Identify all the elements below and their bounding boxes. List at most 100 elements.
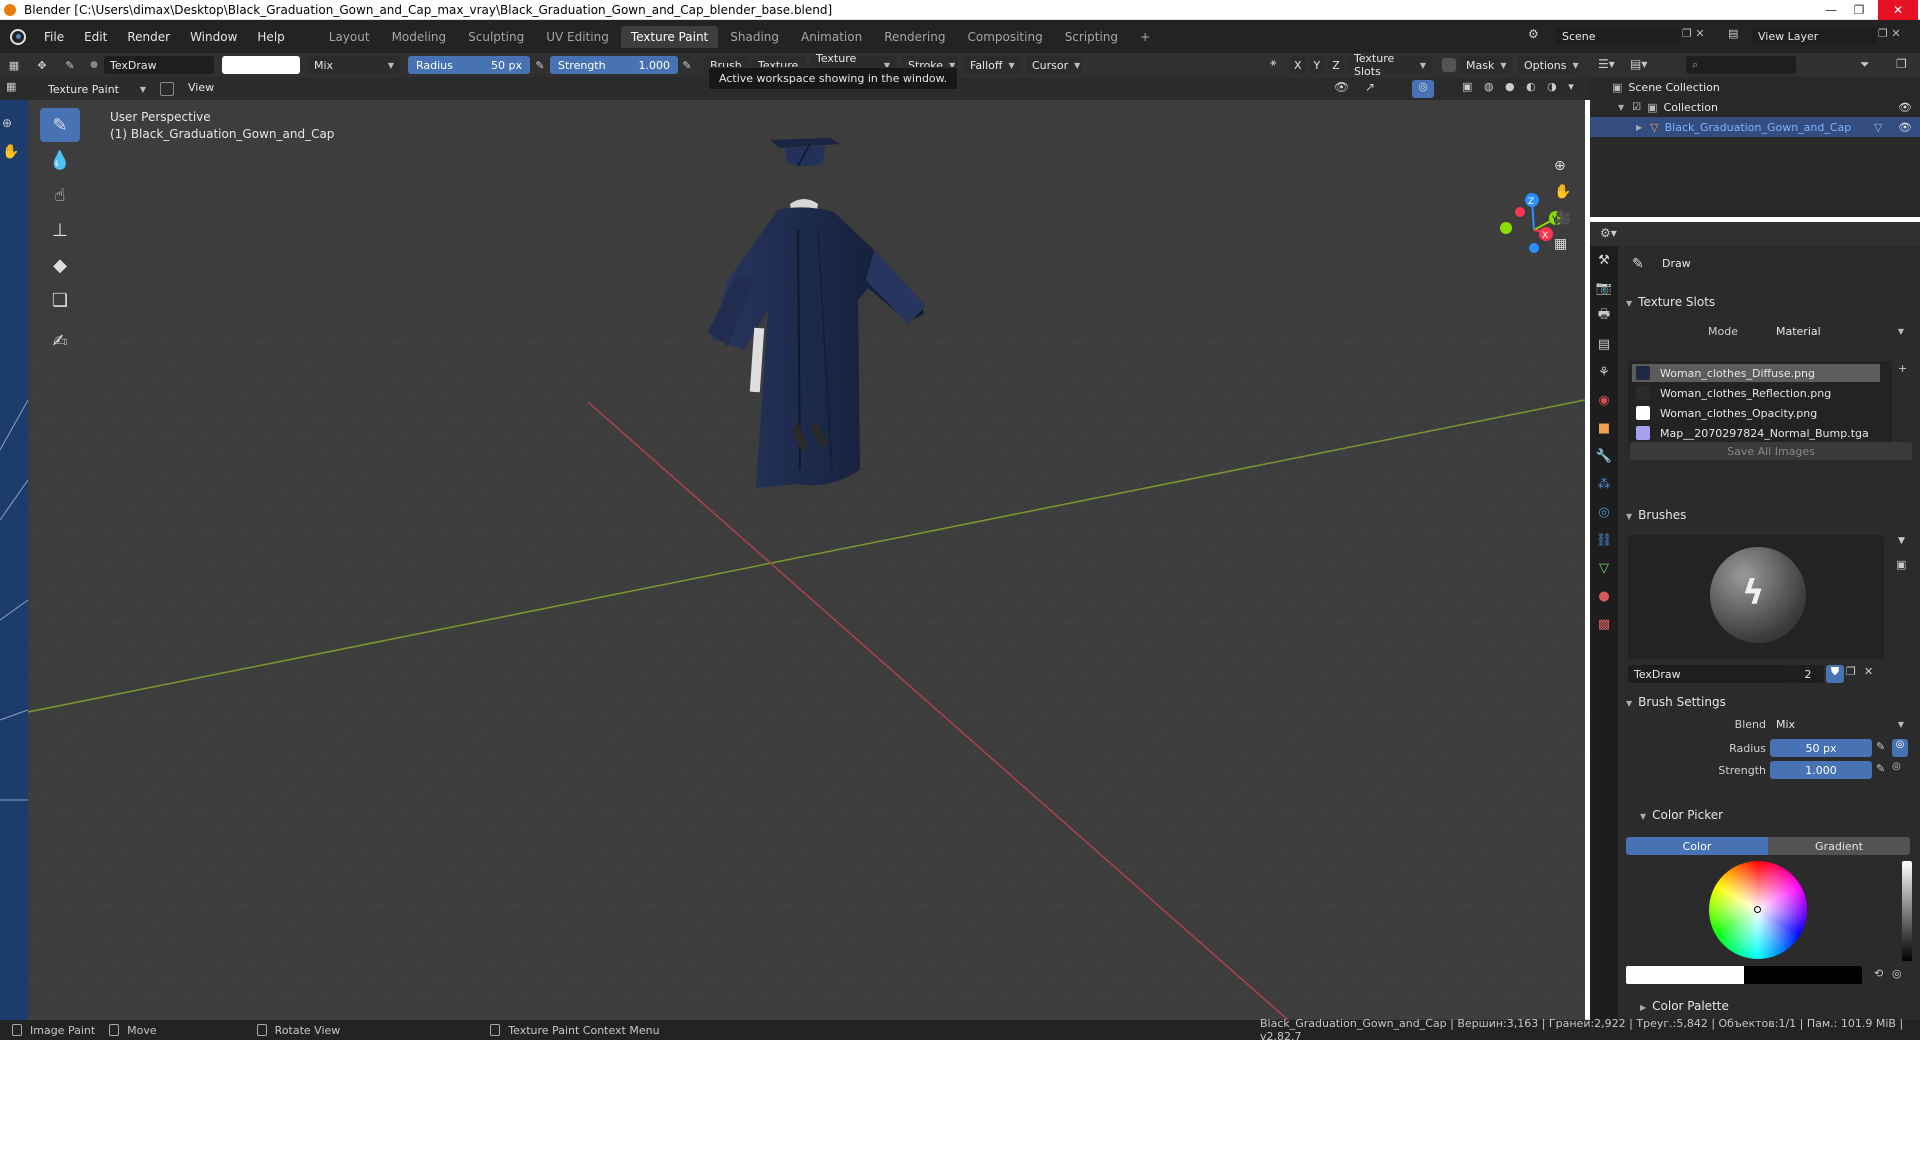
brush-settings-panel-header[interactable]: ▼ Brush Settings (1626, 695, 1726, 709)
gradient-tab[interactable]: Gradient (1768, 837, 1910, 855)
swap-colors-icon[interactable]: ⟲ (1874, 967, 1883, 980)
display-mode-icon[interactable]: ▤▾ (1630, 57, 1647, 71)
brush-color-swatch[interactable] (222, 56, 300, 74)
add-slot-icon[interactable]: + (1898, 362, 1907, 375)
scene-name-field[interactable]: Scene (1556, 27, 1680, 45)
render-tab-icon[interactable]: 📷 (1590, 274, 1618, 302)
brush-menu-icon[interactable]: ▼ (1898, 536, 1905, 546)
mask-checkbox[interactable] (1442, 58, 1456, 72)
radius-pressure-icon[interactable]: ✎ (530, 59, 550, 72)
radius-unit-icon[interactable]: ◎ (1892, 739, 1908, 757)
tab-texture-paint[interactable]: Texture Paint (620, 25, 719, 48)
brush-strength-slider[interactable]: 1.000 (1770, 761, 1872, 779)
tree-scene-collection[interactable]: ▣ Scene Collection (1590, 77, 1920, 97)
falloff-dropdown[interactable]: Falloff ▼ (964, 56, 1020, 74)
save-all-images-button[interactable]: Save All Images (1630, 442, 1912, 460)
tab-layout[interactable]: Layout (319, 26, 380, 48)
view-layer-actions-icon[interactable]: ❐ ✕ (1878, 27, 1901, 40)
properties-editor-icon[interactable]: ⚙▾ (1600, 226, 1617, 240)
mesh-data-icon[interactable]: ▽ (1874, 121, 1882, 134)
brush-name-input[interactable]: TexDraw (1628, 665, 1792, 683)
fake-user-icon[interactable]: ● (84, 60, 104, 70)
menu-help[interactable]: Help (247, 20, 294, 53)
visibility-eye-icon[interactable]: 👁 (1898, 101, 1912, 114)
blend-mode-dropdown[interactable]: Mix ▼ (308, 56, 400, 74)
tree-collection[interactable]: ▼ ☑ ▣ Collection 👁 (1590, 97, 1920, 117)
fake-user-shield-icon[interactable]: ⛊ (1826, 665, 1844, 683)
zoom-icon[interactable]: ⊕ (2, 116, 12, 130)
blender-logo-icon[interactable] (10, 28, 26, 45)
tab-compositing[interactable]: Compositing (957, 26, 1052, 48)
radius-pressure-icon[interactable]: ✎ (1876, 740, 1885, 753)
tab-scripting[interactable]: Scripting (1055, 26, 1128, 48)
overlay-toggle-icon[interactable]: ◎ (1412, 80, 1434, 98)
mirror-x-toggle[interactable]: X (1290, 56, 1306, 74)
unified-color-icon[interactable]: ◎ (1892, 967, 1902, 980)
brush-blend-dropdown[interactable]: Mix ▼ (1770, 715, 1910, 733)
strength-pressure-icon[interactable]: ✎ (1876, 762, 1885, 775)
menu-file[interactable]: File (34, 20, 74, 53)
outliner-search-input[interactable]: ⌕ (1686, 56, 1796, 74)
view-layer-field[interactable]: View Layer (1752, 27, 1876, 45)
scene-icon[interactable]: ⚙ (1528, 27, 1546, 45)
brush-image-icon[interactable]: ▣ (1896, 558, 1906, 571)
color-palette-panel-header[interactable]: ▶ Color Palette (1640, 999, 1729, 1013)
strength-slider[interactable]: Strength 1.000 (550, 56, 678, 74)
menu-render[interactable]: Render (117, 20, 180, 53)
strength-unified-icon[interactable]: ◎ (1892, 761, 1901, 772)
editor-type-icon[interactable]: ▦ (0, 59, 28, 72)
pan-view-icon[interactable]: ✋ (1554, 184, 1571, 200)
minimize-button[interactable]: — (1818, 0, 1844, 20)
color-swatch-bar[interactable] (1626, 966, 1862, 984)
tab-modeling[interactable]: Modeling (382, 26, 457, 48)
add-workspace-button[interactable]: + (1130, 26, 1160, 48)
maximize-button[interactable]: ❐ (1846, 0, 1872, 20)
outliner-editor-icon[interactable]: ☰▾ (1598, 57, 1615, 71)
filter-icon[interactable]: ⏷ (1860, 57, 1870, 72)
clone-tool-icon[interactable]: ⊥ (40, 213, 80, 247)
color-wheel[interactable] (1709, 861, 1807, 959)
new-scene-icon[interactable]: ❐ ✕ (1682, 27, 1705, 40)
menu-edit[interactable]: Edit (74, 20, 117, 53)
strength-pressure-icon[interactable]: ✎ (678, 59, 696, 72)
tree-object[interactable]: ▶ ▽ Black_Graduation_Gown_and_Cap ▽ 👁 (1590, 117, 1920, 137)
close-button[interactable]: ✕ (1878, 0, 1918, 20)
constraints-tab-icon[interactable]: ⛓ (1590, 526, 1618, 554)
mirror-y-toggle[interactable]: Y (1309, 56, 1325, 74)
material-tab-icon[interactable]: ● (1590, 582, 1618, 610)
draw-tool-icon[interactable]: ✎ (40, 108, 80, 142)
view-layer-tab-icon[interactable]: ▤ (1590, 330, 1618, 358)
world-tab-icon[interactable]: ◉ (1590, 386, 1618, 414)
modifier-tab-icon[interactable]: 🔧 (1590, 442, 1618, 470)
tool-tab-icon[interactable]: ⚒ (1590, 246, 1618, 274)
color-picker-panel-header[interactable]: ▼ Color Picker (1640, 808, 1723, 822)
viewport-visibility-icons[interactable]: 👁 ↗ (1334, 80, 1381, 94)
tab-rendering[interactable]: Rendering (874, 26, 955, 48)
unlink-brush-icon[interactable]: ✕ (1864, 665, 1873, 678)
view-menu[interactable]: View (188, 81, 214, 94)
mask-tool-icon[interactable]: ❏ (40, 283, 80, 317)
mirror-z-toggle[interactable]: Z (1328, 56, 1344, 74)
menu-window[interactable]: Window (180, 20, 247, 53)
mode-toggle-icon[interactable] (160, 82, 174, 96)
scene-tab-icon[interactable]: ⚘ (1590, 358, 1618, 386)
texture-slots-dropdown[interactable]: Texture Slots ▼ (1348, 52, 1432, 78)
output-tab-icon[interactable]: 🖶 (1590, 302, 1618, 330)
particles-tab-icon[interactable]: ⁂ (1590, 470, 1618, 498)
object-tab-icon[interactable]: ■ (1590, 414, 1618, 442)
tab-shading[interactable]: Shading (720, 26, 789, 48)
texture-slot-item[interactable]: Woman_clothes_Diffuse.png (1632, 364, 1880, 382)
options-dropdown[interactable]: Options ▼ (1518, 56, 1579, 74)
annotate-tool-icon[interactable]: ✍ (40, 324, 80, 358)
soften-tool-icon[interactable]: 💧 (40, 143, 80, 177)
slot-mode-dropdown[interactable]: Material ▼ (1770, 322, 1910, 340)
tool-icon[interactable]: ✥ (28, 59, 56, 72)
shading-mode-icons[interactable]: ▣ ◍ ● ◐ ◑ ▾ (1462, 80, 1578, 93)
tab-animation[interactable]: Animation (791, 26, 872, 48)
texture-tab-icon[interactable]: ▩ (1590, 610, 1618, 638)
radius-slider[interactable]: Radius 50 px (408, 56, 530, 74)
texture-slot-item[interactable]: Woman_clothes_Opacity.png (1632, 404, 1880, 422)
texture-slots-panel-header[interactable]: ▼ Texture Slots (1626, 295, 1715, 309)
tab-sculpting[interactable]: Sculpting (458, 26, 534, 48)
editor-icon[interactable]: ▦ (6, 80, 16, 93)
